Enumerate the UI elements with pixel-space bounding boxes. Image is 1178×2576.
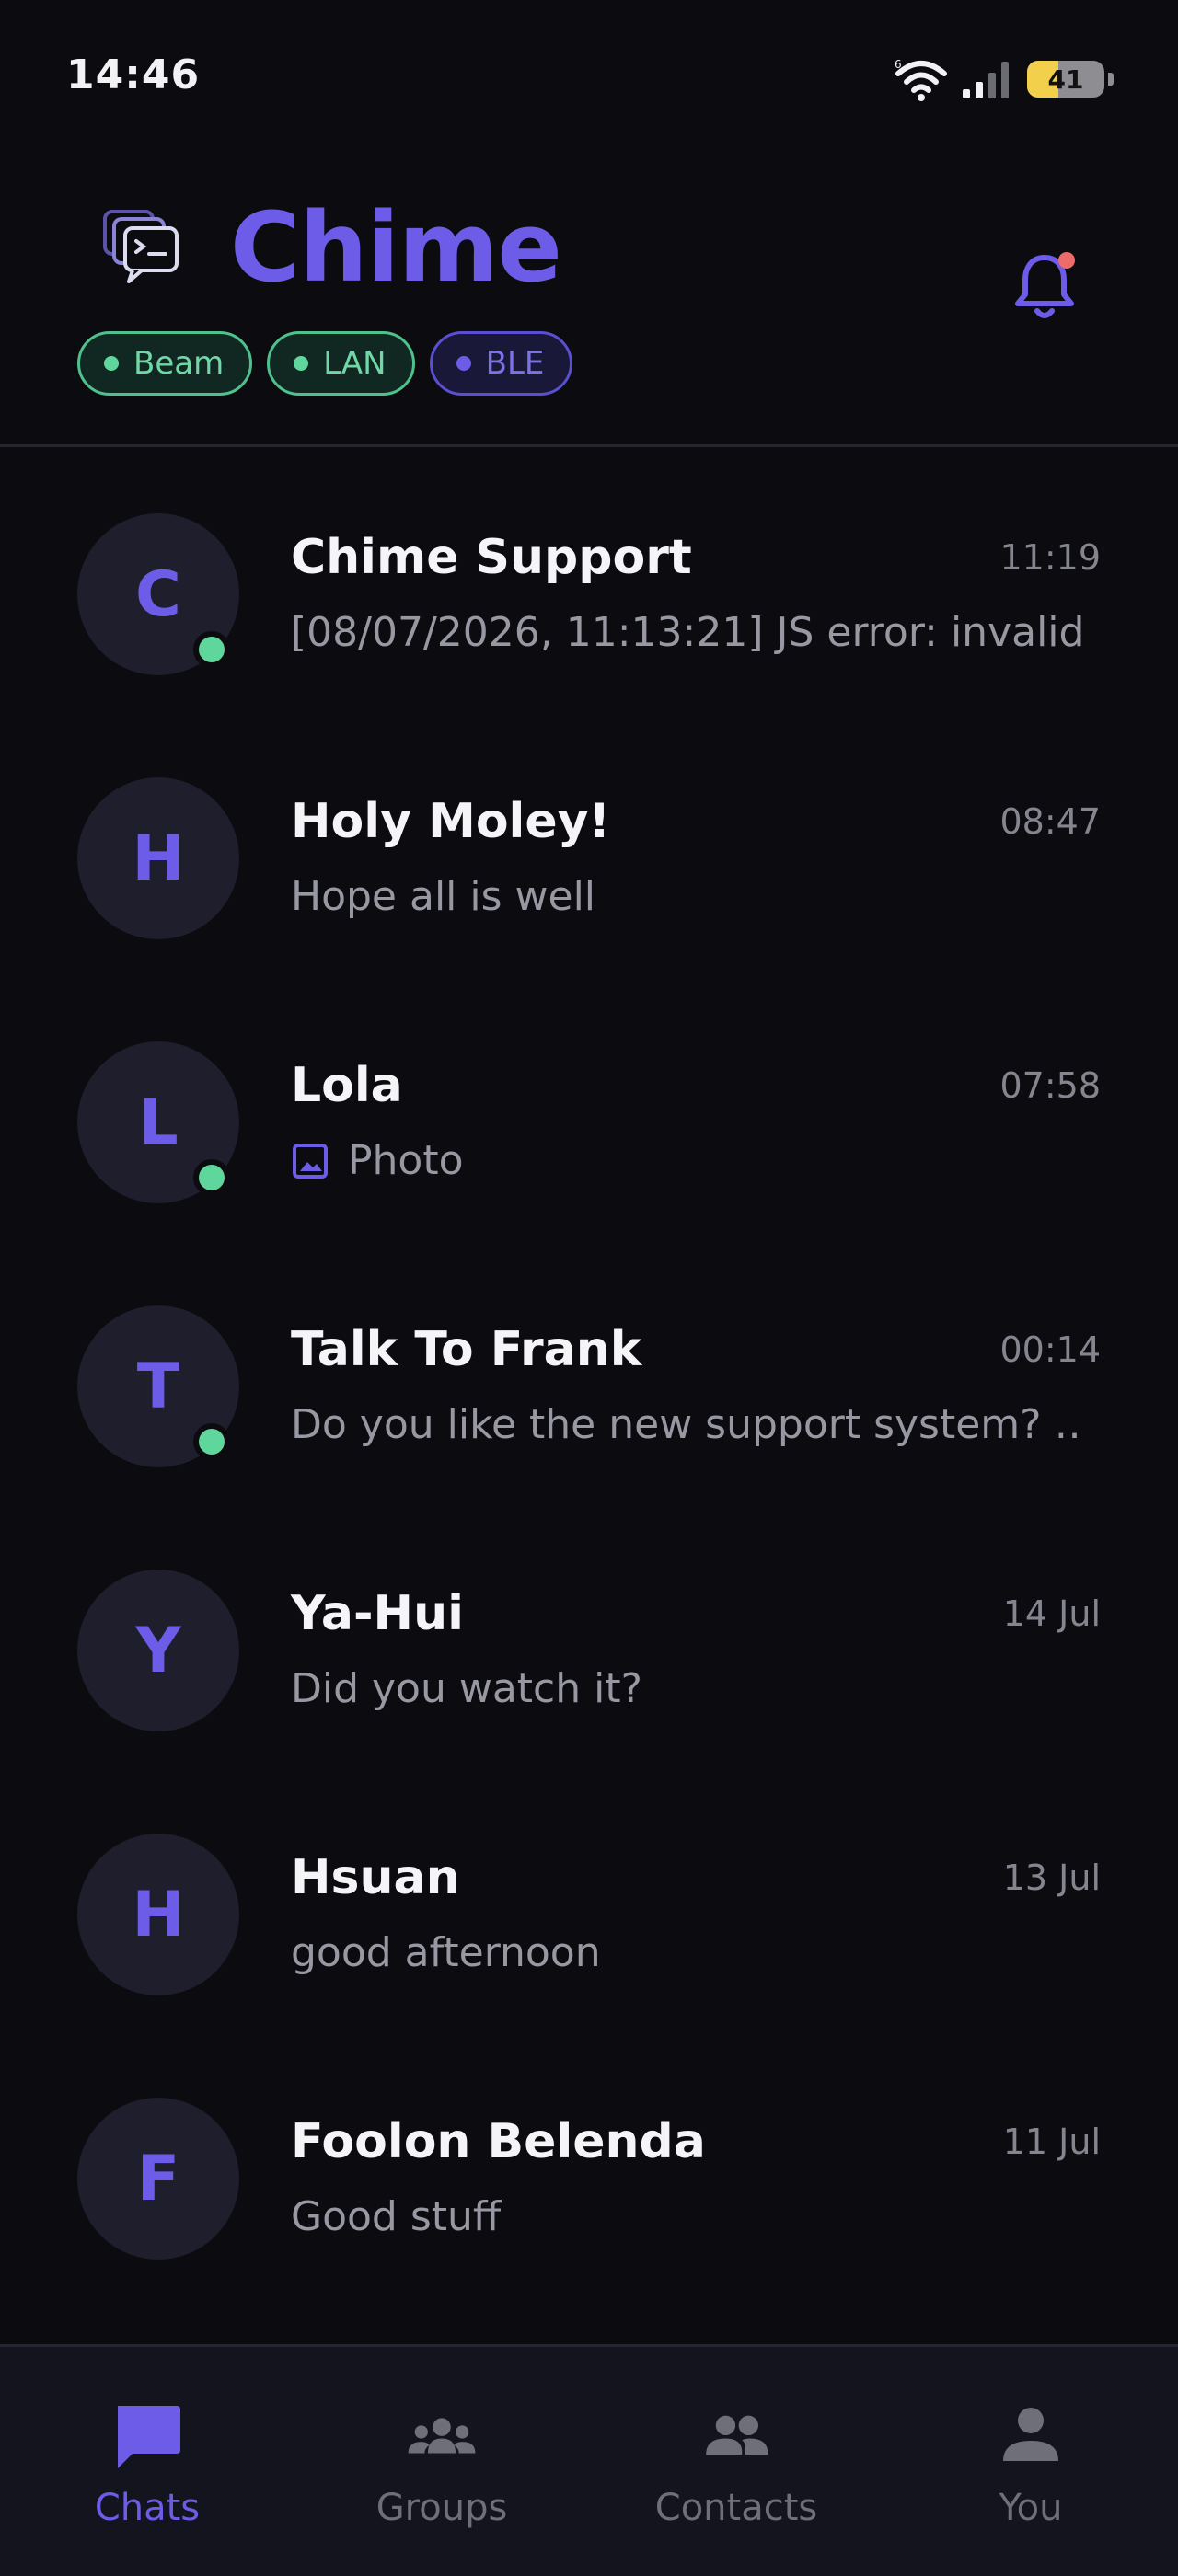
chat-preview: Good stuff (291, 2193, 1082, 2240)
chat-logo-icon (103, 210, 179, 283)
chat-name: Holy Moley! (291, 794, 611, 849)
battery-nub (1108, 73, 1114, 86)
chat-list: C Chime Support 11:19 [08/07/2026, 11:13… (0, 447, 1178, 2295)
chat-time: 00:14 (999, 1329, 1101, 1370)
signal-icon (963, 62, 1009, 98)
chat-preview-text: Do you like the new support system? … (291, 1401, 1082, 1448)
nav-chats[interactable]: Chats (0, 2347, 294, 2576)
groups-icon (408, 2418, 476, 2454)
status-time: 14:46 (66, 52, 201, 98)
nav-groups[interactable]: Groups (294, 2347, 589, 2576)
nav-label: Groups (375, 2487, 508, 2529)
status-icons: 6 41 (895, 53, 1114, 105)
status-dot (104, 356, 119, 371)
battery-indicator: 41 (1027, 61, 1104, 98)
svg-text:6: 6 (895, 58, 902, 71)
chat-row-lola[interactable]: L Lola 07:58 Photo (0, 975, 1178, 1239)
chat-preview-text: good afternoon (291, 1929, 601, 1976)
person-icon (1003, 2408, 1058, 2461)
chat-time: 13 Jul (1002, 1857, 1101, 1898)
app-screen: 14:46 6 41 Chime Beam LAN BLE C Chime Su… (0, 0, 1178, 2576)
chip-ble[interactable]: BLE (429, 331, 573, 396)
status-bar: 14:46 6 41 (0, 0, 1178, 156)
notification-badge (1058, 252, 1075, 269)
status-dot (294, 356, 309, 371)
contacts-icon (706, 2415, 768, 2455)
chat-preview: Hope all is well (291, 873, 1082, 920)
chip-beam[interactable]: Beam (77, 331, 253, 396)
chat-preview: Do you like the new support system? … (291, 1401, 1082, 1448)
chat-preview: [08/07/2026, 11:13:21] JS error: invalid… (291, 609, 1082, 656)
chat-time: 08:47 (999, 801, 1101, 842)
nav-label: Chats (94, 2487, 201, 2529)
nav-label: You (999, 2487, 1063, 2529)
status-dot (456, 356, 471, 371)
chat-name: Hsuan (291, 1850, 460, 1905)
online-indicator (193, 631, 230, 668)
chat-preview: Did you watch it? (291, 1665, 1082, 1712)
chat-name: Chime Support (291, 530, 692, 585)
chat-time: 14 Jul (1002, 1593, 1101, 1634)
avatar: H (77, 1834, 239, 1995)
app-header: Chime Beam LAN BLE (0, 156, 1178, 447)
chat-time: 07:58 (999, 1065, 1101, 1106)
chip-label: BLE (485, 345, 545, 382)
online-indicator (193, 1423, 230, 1460)
online-indicator (193, 1159, 230, 1196)
avatar: F (77, 2098, 239, 2260)
chat-preview: Photo (291, 1137, 1082, 1184)
chat-preview-text: Hope all is well (291, 873, 596, 920)
chat-row-ya-hui[interactable]: Y Ya-Hui 14 Jul Did you watch it? (0, 1503, 1178, 1767)
bottom-nav: Chats Groups Contacts You (0, 2344, 1178, 2576)
chip-label: LAN (323, 345, 387, 382)
avatar: Y (77, 1570, 239, 1731)
chat-time: 11 Jul (1002, 2122, 1101, 2162)
chat-time: 11:19 (999, 537, 1101, 578)
avatar: H (77, 777, 239, 939)
chat-preview-text: Good stuff (291, 2193, 502, 2240)
chat-preview-text: [08/07/2026, 11:13:21] JS error: invalid… (291, 609, 1082, 656)
photo-icon (293, 1143, 328, 1179)
nav-you[interactable]: You (884, 2347, 1178, 2576)
app-title: Chime (230, 191, 562, 304)
chat-name: Talk To Frank (291, 1322, 642, 1377)
chip-label: Beam (133, 345, 225, 382)
nav-label: Contacts (654, 2487, 818, 2529)
chat-row-talk-to-frank[interactable]: T Talk To Frank 00:14 Do you like the ne… (0, 1239, 1178, 1503)
chip-lan[interactable]: LAN (267, 331, 415, 396)
chat-row-foolon-belenda[interactable]: F Foolon Belenda 11 Jul Good stuff (0, 2031, 1178, 2295)
chat-bubble-icon (118, 2406, 180, 2468)
chat-preview-text: Photo (348, 1137, 464, 1184)
battery-level: 41 (1047, 63, 1084, 95)
chat-preview: good afternoon (291, 1929, 1082, 1976)
chat-name: Ya-Hui (291, 1586, 464, 1641)
chat-row-chime-support[interactable]: C Chime Support 11:19 [08/07/2026, 11:13… (0, 447, 1178, 711)
wifi-icon: 6 (895, 58, 947, 101)
chat-preview-text: Did you watch it? (291, 1665, 642, 1712)
chat-row-hsuan[interactable]: H Hsuan 13 Jul good afternoon (0, 1767, 1178, 2031)
chat-row-holy-moley[interactable]: H Holy Moley! 08:47 Hope all is well (0, 711, 1178, 975)
chat-name: Foolon Belenda (291, 2114, 706, 2169)
nav-contacts[interactable]: Contacts (589, 2347, 884, 2576)
chat-name: Lola (291, 1058, 403, 1113)
connection-chips: Beam LAN BLE (77, 331, 573, 396)
